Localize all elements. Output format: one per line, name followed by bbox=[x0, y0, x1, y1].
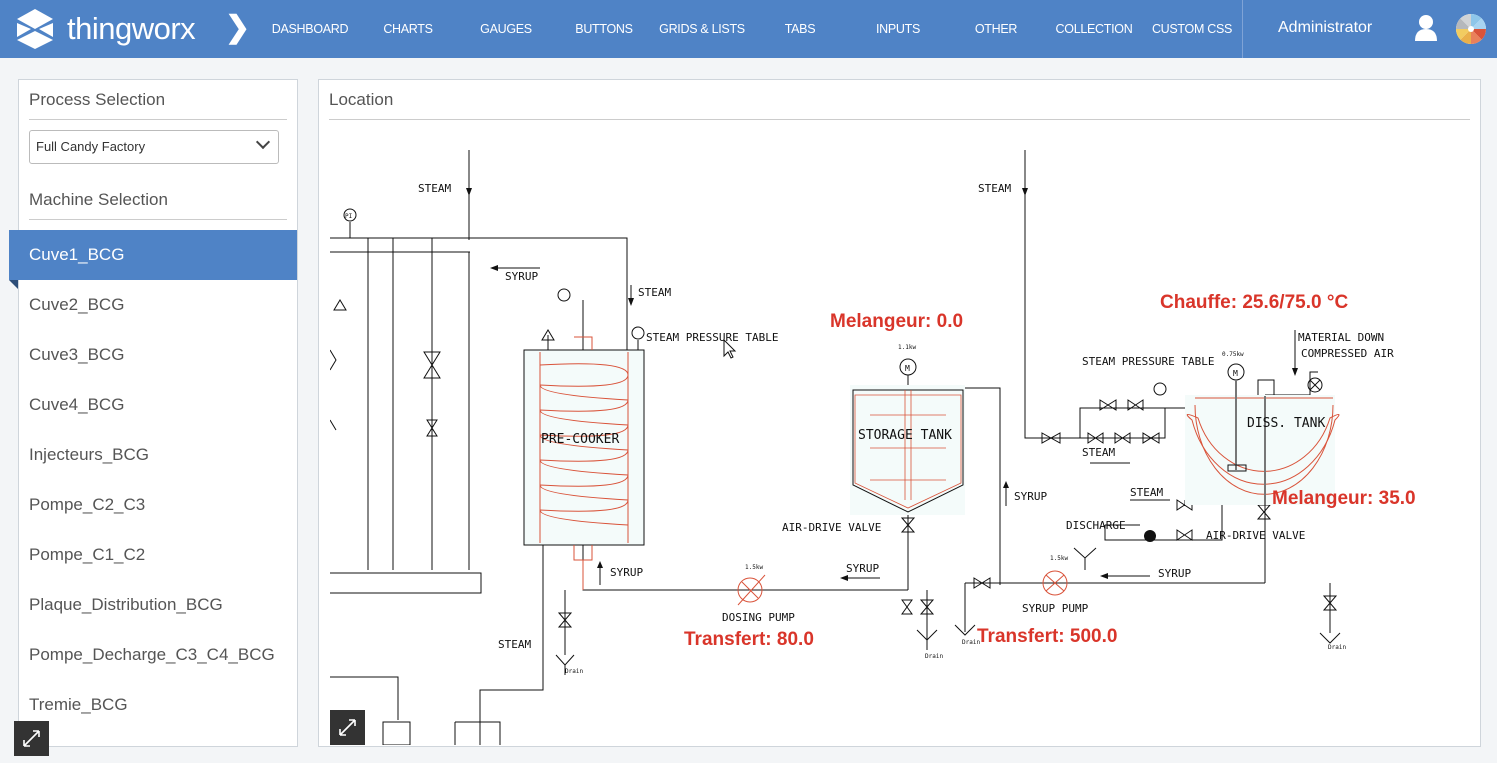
divider bbox=[329, 119, 1470, 120]
transfert-dosing-value: Transfert: 80.0 bbox=[684, 629, 814, 650]
steam-label: STEAM bbox=[1130, 486, 1163, 499]
storage-tank-label: STORAGE TANK bbox=[858, 428, 952, 443]
syrup-label: SYRUP bbox=[610, 566, 643, 579]
drain-label: Drain bbox=[565, 668, 583, 675]
dosing-pump-label: DOSING PUMP bbox=[722, 611, 795, 624]
nav-charts[interactable]: CHARTS bbox=[359, 0, 457, 58]
chevron-right-icon: ❯ bbox=[225, 11, 251, 44]
user-name[interactable]: Administrator bbox=[1278, 19, 1372, 37]
machine-item-cuve3[interactable]: Cuve3_BCG bbox=[18, 330, 297, 380]
discharge-label: DISCHARGE bbox=[1066, 519, 1126, 532]
nav-gauges[interactable]: GAUGES bbox=[457, 0, 555, 58]
nav-tabs[interactable]: TABS bbox=[751, 0, 849, 58]
steam-label: STEAM bbox=[498, 638, 531, 651]
process-select-value: Full Candy Factory bbox=[36, 139, 146, 154]
steam-label: STEAM bbox=[638, 286, 671, 299]
transfert-syrup-value: Transfert: 500.0 bbox=[977, 626, 1117, 647]
nav-custom-css[interactable]: CUSTOM CSS bbox=[1143, 0, 1241, 58]
divider bbox=[29, 119, 287, 120]
kw-label: 1.5kw bbox=[1050, 555, 1068, 562]
pi-label: PI bbox=[345, 213, 353, 220]
user-icon[interactable] bbox=[1414, 14, 1438, 42]
drain-label: Drain bbox=[925, 653, 943, 660]
motor-label: M bbox=[905, 364, 910, 373]
kw-label: 0.75kw bbox=[1222, 351, 1244, 358]
steam-label: STEAM bbox=[418, 182, 451, 195]
machine-item-pompe-c2-c3[interactable]: Pompe_C2_C3 bbox=[18, 480, 297, 530]
thingworx-logo-icon[interactable] bbox=[17, 9, 53, 49]
machine-item-cuve4[interactable]: Cuve4_BCG bbox=[18, 380, 297, 430]
expand-icon bbox=[339, 719, 356, 736]
expand-icon bbox=[23, 730, 40, 747]
machine-item-plaque-distribution[interactable]: Plaque_Distribution_BCG bbox=[18, 580, 297, 630]
kw-label: 1.5kw bbox=[745, 564, 763, 571]
machine-item-tremie[interactable]: Tremie_BCG bbox=[18, 680, 297, 730]
top-nav-bar: thingworx ❯ DASHBOARD CHARTS GAUGES BUTT… bbox=[0, 0, 1497, 58]
compressed-air-label: COMPRESSED AIR bbox=[1301, 347, 1394, 360]
steam-pressure-table-label: STEAM PRESSURE TABLE bbox=[646, 331, 778, 344]
syrup-label: SYRUP bbox=[1014, 490, 1047, 503]
process-select[interactable]: Full Candy Factory bbox=[29, 130, 279, 164]
syrup-pump-label: SYRUP PUMP bbox=[1022, 602, 1089, 615]
nav-buttons[interactable]: BUTTONS bbox=[555, 0, 653, 58]
nav-grids-lists[interactable]: GRIDS & LISTS bbox=[653, 0, 751, 58]
air-drive-valve-label: AIR-DRIVE VALVE bbox=[1206, 529, 1305, 542]
material-down-label: MATERIAL DOWN bbox=[1298, 331, 1384, 344]
air-drive-valve-label: AIR-DRIVE VALVE bbox=[782, 521, 881, 534]
location-title: Location bbox=[329, 90, 394, 109]
syrup-label: SYRUP bbox=[1158, 567, 1191, 580]
motor-label: M bbox=[1233, 369, 1238, 378]
steam-pressure-table-label: STEAM PRESSURE TABLE bbox=[1082, 355, 1214, 368]
diss-tank-label: DISS. TANK bbox=[1247, 416, 1325, 431]
nav-other[interactable]: OTHER bbox=[947, 0, 1045, 58]
color-wheel-icon[interactable] bbox=[1455, 13, 1487, 45]
process-diagram: STEAM SYRUP PI STEAM STEAM PRESSURE TABL… bbox=[330, 150, 1416, 745]
machine-item-pompe-decharge[interactable]: Pompe_Decharge_C3_C4_BCG bbox=[18, 630, 297, 680]
nav-collection[interactable]: COLLECTION bbox=[1045, 0, 1143, 58]
machine-item-cuve1[interactable]: Cuve1_BCG bbox=[9, 230, 297, 280]
nav-inputs[interactable]: INPUTS bbox=[849, 0, 947, 58]
machine-selection-title: Machine Selection bbox=[29, 190, 168, 209]
brand-name[interactable]: thingworx bbox=[67, 11, 196, 47]
chauffe-value: Chauffe: 25.6/75.0 °C bbox=[1160, 292, 1348, 313]
steam-label: STEAM bbox=[978, 182, 1011, 195]
divider bbox=[29, 219, 287, 220]
syrup-label: SYRUP bbox=[505, 270, 538, 283]
chevron-down-icon bbox=[255, 134, 271, 150]
melangeur-diss-value: Melangeur: 35.0 bbox=[1272, 488, 1416, 509]
drain-label: Drain bbox=[1328, 644, 1346, 651]
expand-sidebar-button[interactable] bbox=[14, 721, 49, 756]
selection-marker bbox=[9, 280, 18, 289]
process-selection-title: Process Selection bbox=[29, 90, 166, 109]
expand-diagram-button[interactable] bbox=[330, 710, 365, 745]
machine-item-injecteurs[interactable]: Injecteurs_BCG bbox=[18, 430, 297, 480]
machine-item-cuve2[interactable]: Cuve2_BCG bbox=[18, 280, 297, 330]
machine-item-pompe-c1-c2[interactable]: Pompe_C1_C2 bbox=[18, 530, 297, 580]
melangeur-storage-value: Melangeur: 0.0 bbox=[830, 311, 963, 332]
nav-dashboard[interactable]: DASHBOARD bbox=[261, 0, 359, 58]
syrup-label: SYRUP bbox=[846, 562, 879, 575]
steam-label: STEAM bbox=[1082, 446, 1115, 459]
pre-cooker-label: PRE-COOKER bbox=[541, 432, 619, 447]
divider bbox=[1242, 0, 1243, 58]
kw-label: 1.1kw bbox=[898, 344, 916, 351]
